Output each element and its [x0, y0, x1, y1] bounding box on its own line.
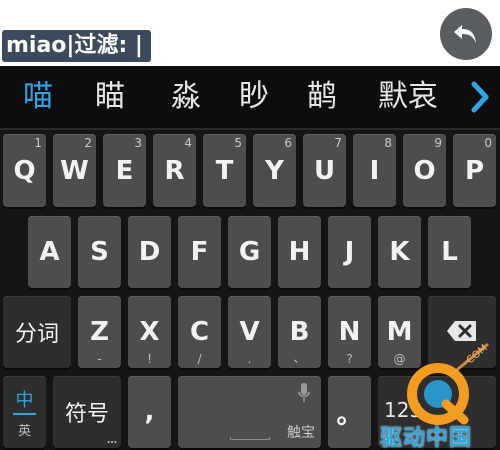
key-d[interactable]: D	[128, 216, 171, 288]
lang-primary-label: 中	[15, 390, 34, 411]
input-area: miao|过滤: |	[0, 0, 500, 66]
key-x[interactable]: X !	[128, 296, 171, 368]
candidate-5[interactable]: 鹋	[294, 66, 350, 128]
back-button[interactable]	[440, 8, 492, 60]
key-k[interactable]: K	[378, 216, 421, 288]
space-brand-label: 触宝	[287, 425, 315, 441]
candidate-1[interactable]: 喵	[10, 66, 66, 128]
key-o[interactable]: 9 O	[403, 134, 446, 207]
space-key[interactable]: 触宝	[178, 376, 321, 448]
lang-divider	[13, 413, 36, 415]
key-u[interactable]: 7 U	[303, 134, 346, 207]
key-e[interactable]: 3 E	[103, 134, 146, 207]
key-i[interactable]: 8 I	[353, 134, 396, 207]
candidate-bar: 喵 瞄 淼 眇 鹋 默哀	[0, 66, 500, 130]
candidate-4[interactable]: 眇	[226, 66, 282, 128]
key-r[interactable]: 4 R	[153, 134, 196, 207]
key-c[interactable]: C /	[178, 296, 221, 368]
chevron-right-icon[interactable]	[466, 80, 494, 114]
symbol-key[interactable]: 符号 …	[53, 376, 121, 448]
key-g[interactable]: G	[228, 216, 271, 288]
key-a[interactable]: A	[28, 216, 71, 288]
composing-text[interactable]: miao|过滤: |	[2, 30, 151, 62]
key-l[interactable]: L	[428, 216, 471, 288]
key-b[interactable]: B 、	[278, 296, 321, 368]
candidate-2[interactable]: 瞄	[82, 66, 138, 128]
key-f[interactable]: F	[178, 216, 221, 288]
undo-arrow-icon	[454, 25, 476, 43]
period-key[interactable]: 。	[328, 376, 371, 448]
key-q[interactable]: 1 Q	[3, 134, 46, 207]
key-n[interactable]: N ?	[328, 296, 371, 368]
key-h[interactable]: H	[278, 216, 321, 288]
backspace-icon	[447, 321, 476, 341]
key-j[interactable]: J	[328, 216, 371, 288]
language-toggle-key[interactable]: 中 英	[3, 376, 46, 448]
key-t[interactable]: 5 T	[203, 134, 246, 207]
key-v[interactable]: V .	[228, 296, 271, 368]
key-p[interactable]: 0 P	[453, 134, 496, 207]
microphone-icon	[298, 383, 310, 402]
key-s[interactable]: S	[78, 216, 121, 288]
key-w[interactable]: 2 W	[53, 134, 96, 207]
candidate-3[interactable]: 淼	[158, 66, 214, 128]
watermark-text: 驱动中国	[380, 426, 473, 450]
lang-secondary-label: 英	[17, 424, 31, 439]
space-bar-line	[230, 437, 270, 440]
key-y[interactable]: 6 Y	[253, 134, 296, 207]
more-dots-icon: …	[107, 435, 117, 446]
fenci-key[interactable]: 分词	[3, 296, 71, 368]
candidate-6[interactable]: 默哀	[368, 66, 448, 128]
key-z[interactable]: Z -	[78, 296, 121, 368]
comma-key[interactable]: ,	[128, 376, 171, 448]
